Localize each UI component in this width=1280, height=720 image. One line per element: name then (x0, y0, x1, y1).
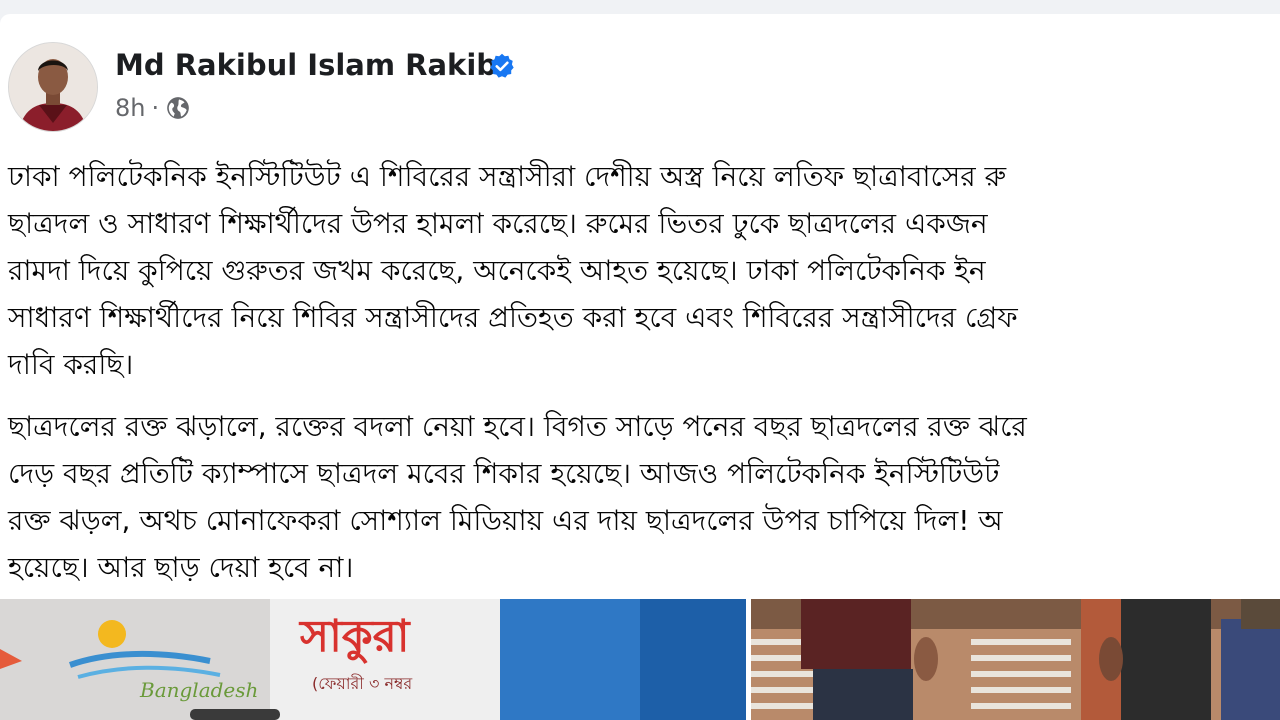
post-photos: Bangladesh সাকুরা (ফেয়ারী ৩ নম্বর (0, 599, 1280, 720)
post-header: Md Rakibul Islam Rakib 8h · (8, 42, 608, 134)
text-line: ছাত্রদলের রক্ত ঝড়ালে, রক্তের বদলা নেয়া… (8, 410, 1027, 443)
svg-text:Bangladesh: Bangladesh (139, 678, 258, 702)
photo-sign-small: (ফেয়ারী ৩ নম্বর (312, 674, 413, 693)
text-line: দাবি করছি। (8, 348, 134, 381)
author-name[interactable]: Md Rakibul Islam Rakib (115, 48, 497, 82)
text-line: সাধারণ শিক্ষার্থীদের নিয়ে শিবির সন্ত্রা… (8, 301, 1018, 334)
post-time[interactable]: 8h (115, 94, 145, 122)
text-line: হয়েছে। আর ছাড় দেয়া হবে না। (8, 551, 354, 584)
verified-badge-icon (490, 53, 514, 78)
text-line: ঢাকা পলিটেকনিক ইনস্টিটিউট এ শিবিরের সন্ত… (8, 160, 1007, 193)
post-text-paragraph-2: ছাত্রদলের রক্ত ঝড়ালে, রক্তের বদলা নেয়া… (8, 403, 1280, 591)
post-text-paragraph-1: ঢাকা পলিটেকনিক ইনস্টিটিউট এ শিবিরের সন্ত… (8, 153, 1280, 388)
text-line: ছাত্রদল ও সাধারণ শিক্ষার্থীদের উপর হামলা… (8, 207, 988, 240)
post-meta: 8h · (115, 94, 191, 122)
post-photo-1[interactable]: Bangladesh সাকুরা (ফেয়ারী ৩ নম্বর (0, 599, 746, 720)
globe-icon[interactable] (165, 95, 191, 121)
post-card: Md Rakibul Islam Rakib 8h · ঢাকা পলিটেকন… (0, 14, 1280, 720)
text-line: রামদা দিয়ে কুপিয়ে গুরুতর জখম করেছে, অন… (8, 254, 986, 287)
photo-sign-text: সাকুরা (298, 611, 412, 664)
author-avatar[interactable] (8, 42, 98, 132)
text-line: রক্ত ঝড়ল, অথচ মোনাফেকরা সোশ্যাল মিডিয়া… (8, 504, 1003, 537)
meta-separator: · (151, 94, 160, 122)
text-line: দেড় বছর প্রতিটি ক্যাম্পাসে ছাত্রদল মবের… (8, 457, 1000, 490)
post-photo-2[interactable] (751, 599, 1280, 720)
